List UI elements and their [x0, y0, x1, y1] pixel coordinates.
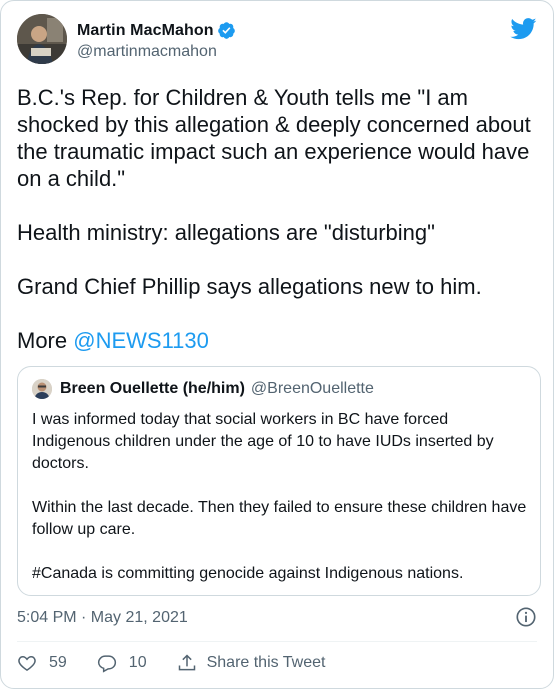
author-names: Martin MacMahon @martinmacmahon: [77, 21, 236, 61]
author-handle[interactable]: @martinmacmahon: [77, 43, 236, 61]
divider: [17, 641, 537, 642]
tweet-paragraph: Health ministry: allegations are "distur…: [17, 220, 435, 245]
quoted-paragraph: Within the last decade. Then they failed…: [32, 499, 527, 538]
verified-badge-icon: [217, 22, 235, 39]
quoted-author-display-name[interactable]: Breen Ouellette (he/him): [60, 380, 245, 398]
author-avatar[interactable]: [17, 14, 67, 64]
tweet-paragraph: B.C.'s Rep. for Children & Youth tells m…: [17, 85, 531, 191]
reply-count: 10: [128, 654, 147, 671]
share-label: Share this Tweet: [206, 654, 326, 671]
like-count: 59: [49, 654, 67, 671]
reply-icon: [97, 655, 116, 673]
quoted-paragraph: #Canada is committing genocide against I…: [32, 565, 464, 582]
share-button[interactable]: Share this Tweet: [177, 653, 326, 673]
quoted-author-handle[interactable]: @BreenOuellette: [251, 380, 374, 398]
quoted-paragraph: I was informed today that social workers…: [32, 411, 494, 472]
quoted-tweet[interactable]: Breen Ouellette (he/him) @BreenOuellette…: [17, 366, 541, 596]
quoted-author-avatar[interactable]: [32, 379, 52, 399]
reply-button[interactable]: 10: [97, 653, 147, 673]
info-icon[interactable]: [515, 606, 537, 628]
tweet-text: B.C.'s Rep. for Children & Youth tells m…: [17, 84, 542, 354]
heart-icon: [18, 655, 36, 671]
share-icon: [178, 654, 195, 671]
twitter-bird-icon[interactable]: [510, 18, 537, 40]
quoted-tweet-text: I was informed today that social workers…: [32, 409, 528, 585]
tweet-paragraph: Grand Chief Phillip says allegations new…: [17, 274, 482, 299]
tweet-header: Martin MacMahon @martinmacmahon: [17, 14, 537, 64]
like-button[interactable]: 59: [17, 653, 67, 673]
tweet-card: Martin MacMahon @martinmacmahon B.C.'s R…: [0, 0, 554, 689]
tweet-more-line: More @NEWS1130: [17, 327, 542, 354]
tweet-timestamp[interactable]: 5:04 PM · May 21, 2021: [17, 609, 188, 627]
quoted-tweet-header: Breen Ouellette (he/him) @BreenOuellette: [32, 379, 374, 399]
author-display-name[interactable]: Martin MacMahon: [77, 22, 214, 40]
more-prefix: More: [17, 328, 74, 353]
mention-link[interactable]: @NEWS1130: [73, 328, 209, 353]
action-bar: 59 10 Share this Tweet: [17, 653, 355, 673]
